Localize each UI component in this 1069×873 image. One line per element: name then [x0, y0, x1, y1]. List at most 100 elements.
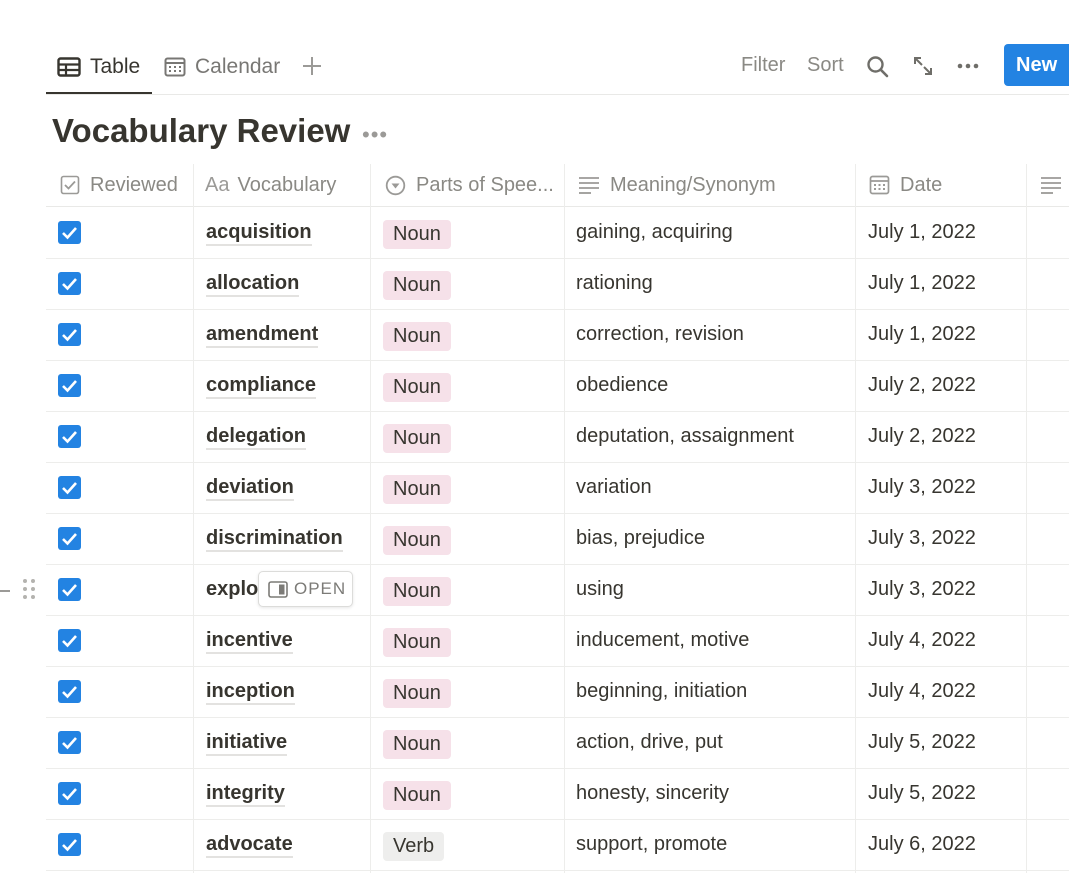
- pos-tag[interactable]: Noun: [383, 628, 451, 657]
- meaning-cell[interactable]: support, promote: [576, 833, 727, 856]
- reviewed-checkbox[interactable]: [58, 731, 81, 754]
- meaning-cell[interactable]: correction, revision: [576, 323, 744, 346]
- vocabulary-cell[interactable]: explo: [206, 577, 258, 601]
- column-header-meaning[interactable]: Meaning/Synonym: [578, 164, 776, 206]
- vocabulary-cell[interactable]: initiative: [206, 730, 288, 756]
- reviewed-checkbox[interactable]: [58, 680, 81, 703]
- new-button[interactable]: New: [1004, 44, 1069, 86]
- date-cell[interactable]: July 5, 2022: [868, 731, 976, 754]
- calendar-icon: [164, 57, 186, 77]
- column-header-date[interactable]: Date: [869, 164, 942, 206]
- pos-tag[interactable]: Noun: [383, 373, 451, 402]
- reviewed-checkbox[interactable]: [58, 782, 81, 805]
- meaning-cell[interactable]: honesty, sincerity: [576, 782, 729, 805]
- date-cell[interactable]: July 4, 2022: [868, 629, 976, 652]
- reviewed-checkbox[interactable]: [58, 629, 81, 652]
- meaning-cell[interactable]: deputation, assaignment: [576, 425, 794, 448]
- tab-table[interactable]: Table: [57, 40, 140, 94]
- reviewed-checkbox[interactable]: [58, 527, 81, 550]
- table-row[interactable]: acquisition Noun gaining, acquiring July…: [46, 208, 1069, 259]
- vocabulary-cell[interactable]: deviation: [206, 475, 294, 501]
- vocabulary-cell[interactable]: amendment: [206, 322, 319, 348]
- date-cell[interactable]: July 5, 2022: [868, 782, 976, 805]
- meaning-cell[interactable]: action, drive, put: [576, 731, 723, 754]
- pos-tag[interactable]: Verb: [383, 832, 445, 861]
- table-row[interactable]: advocate Verb support, promote July 6, 2…: [46, 820, 1069, 871]
- vocabulary-cell[interactable]: discrimination: [206, 526, 343, 552]
- filter-button[interactable]: Filter: [741, 54, 785, 77]
- column-header-extra[interactable]: [1040, 164, 1069, 206]
- open-row-button[interactable]: OPEN: [258, 571, 353, 607]
- table-row[interactable]: discrimination Noun bias, prejudice July…: [46, 514, 1069, 565]
- reviewed-checkbox[interactable]: [58, 323, 81, 346]
- reviewed-checkbox[interactable]: [58, 425, 81, 448]
- title-more-icon[interactable]: •••: [362, 122, 388, 148]
- date-cell[interactable]: July 1, 2022: [868, 221, 976, 244]
- pos-tag[interactable]: Noun: [383, 220, 451, 249]
- date-cell[interactable]: July 3, 2022: [868, 527, 976, 550]
- vocabulary-cell[interactable]: allocation: [206, 271, 300, 297]
- date-cell[interactable]: July 3, 2022: [868, 476, 976, 499]
- row-add-indicator[interactable]: [0, 590, 10, 592]
- date-cell[interactable]: July 6, 2022: [868, 833, 976, 856]
- pos-tag[interactable]: Noun: [383, 271, 451, 300]
- pos-tag[interactable]: Noun: [383, 730, 451, 759]
- reviewed-checkbox[interactable]: [58, 833, 81, 856]
- table-row[interactable]: allocation Noun rationing July 1, 2022: [46, 259, 1069, 310]
- pos-tag[interactable]: Noun: [383, 526, 451, 555]
- meaning-cell[interactable]: rationing: [576, 272, 653, 295]
- table-row[interactable]: deviation Noun variation July 3, 2022: [46, 463, 1069, 514]
- table-row[interactable]: delegation Noun deputation, assaignment …: [46, 412, 1069, 463]
- drag-handle-icon[interactable]: [22, 578, 36, 600]
- pos-tag[interactable]: Noun: [383, 475, 451, 504]
- pos-tag[interactable]: Noun: [383, 322, 451, 351]
- meaning-cell[interactable]: gaining, acquiring: [576, 221, 733, 244]
- vocabulary-cell[interactable]: compliance: [206, 373, 317, 399]
- meaning-cell[interactable]: obedience: [576, 374, 668, 397]
- meaning-cell[interactable]: inducement, motive: [576, 629, 749, 652]
- reviewed-checkbox[interactable]: [58, 578, 81, 601]
- vocabulary-cell[interactable]: integrity: [206, 781, 285, 807]
- date-cell[interactable]: July 1, 2022: [868, 272, 976, 295]
- vocabulary-cell[interactable]: acquisition: [206, 220, 312, 246]
- meaning-cell[interactable]: using: [576, 578, 624, 601]
- sort-button[interactable]: Sort: [807, 54, 844, 77]
- reviewed-checkbox[interactable]: [58, 221, 81, 244]
- text-icon: Aa: [205, 173, 230, 196]
- meaning-cell[interactable]: bias, prejudice: [576, 527, 705, 550]
- column-header-parts-of-speech[interactable]: Parts of Spee...: [385, 164, 554, 206]
- date-cell[interactable]: July 1, 2022: [868, 323, 976, 346]
- reviewed-checkbox[interactable]: [58, 476, 81, 499]
- reviewed-checkbox[interactable]: [58, 272, 81, 295]
- column-header-reviewed[interactable]: Reviewed: [60, 164, 178, 206]
- column-header-vocabulary[interactable]: Aa Vocabulary: [205, 164, 336, 206]
- table-row[interactable]: compliance Noun obedience July 2, 2022: [46, 361, 1069, 412]
- pos-tag[interactable]: Noun: [383, 781, 451, 810]
- pos-tag[interactable]: Noun: [383, 679, 451, 708]
- plus-icon[interactable]: [300, 52, 324, 80]
- meaning-cell[interactable]: beginning, initiation: [576, 680, 747, 703]
- reviewed-checkbox[interactable]: [58, 374, 81, 397]
- search-icon[interactable]: [866, 55, 890, 79]
- pos-tag[interactable]: Noun: [383, 577, 451, 606]
- vocabulary-cell[interactable]: inception: [206, 679, 295, 705]
- table-row[interactable]: initiative Noun action, drive, put July …: [46, 718, 1069, 769]
- vocabulary-cell[interactable]: advocate: [206, 832, 293, 858]
- table-row[interactable]: incentive Noun inducement, motive July 4…: [46, 616, 1069, 667]
- vocabulary-cell[interactable]: delegation: [206, 424, 307, 450]
- meaning-cell[interactable]: variation: [576, 476, 652, 499]
- table-row[interactable]: integrity Noun honesty, sincerity July 5…: [46, 769, 1069, 820]
- tab-calendar[interactable]: Calendar: [164, 40, 280, 94]
- page-title[interactable]: Vocabulary Review: [52, 112, 350, 150]
- pos-tag[interactable]: Noun: [383, 424, 451, 453]
- date-cell[interactable]: July 2, 2022: [868, 374, 976, 397]
- date-cell[interactable]: July 4, 2022: [868, 680, 976, 703]
- date-cell[interactable]: July 2, 2022: [868, 425, 976, 448]
- table-row[interactable]: inception Noun beginning, initiation Jul…: [46, 667, 1069, 718]
- date-cell[interactable]: July 3, 2022: [868, 578, 976, 601]
- table-row[interactable]: explo Noun using July 3, 2022: [46, 565, 1069, 616]
- vocabulary-cell[interactable]: incentive: [206, 628, 293, 654]
- table-row[interactable]: amendment Noun correction, revision July…: [46, 310, 1069, 361]
- expand-icon[interactable]: [911, 54, 935, 78]
- more-icon[interactable]: [957, 61, 979, 71]
